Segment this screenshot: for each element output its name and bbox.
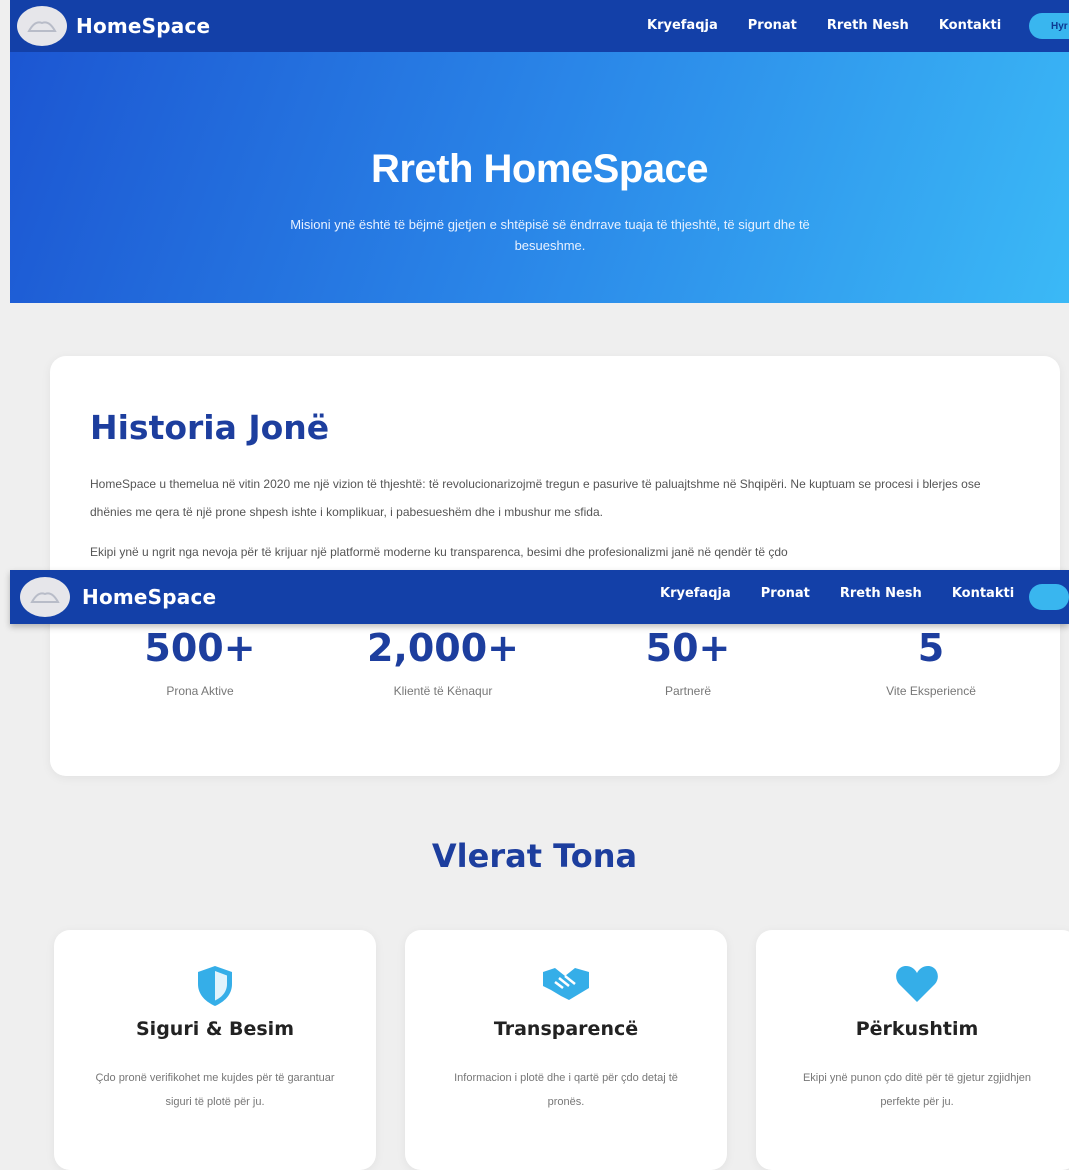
nav-links: Kryefaqja Pronat Rreth Nesh Kontakti (660, 586, 1044, 601)
values-title: Vlerat Tona (431, 837, 638, 875)
stat-item: 5 Vite Eksperiencë (821, 626, 1041, 698)
handshake-icon (405, 964, 727, 1004)
nav-link-properties[interactable]: Pronat (748, 18, 797, 33)
logo-icon[interactable] (17, 6, 67, 46)
nav-link-contact[interactable]: Kontakti (939, 18, 1001, 33)
nav-link-home[interactable]: Kryefaqja (660, 586, 731, 601)
value-card-text: Informacion i plotë dhe i qartë për çdo … (454, 1072, 678, 1108)
stats-row: 500+ Prona Aktive 2,000+ Klientë të Këna… (50, 626, 1060, 716)
stat-label: Vite Eksperiencë (886, 684, 976, 698)
nav-link-about[interactable]: Rreth Nesh (840, 586, 922, 601)
stat-value: 5 (917, 626, 945, 670)
nav-link-home[interactable]: Kryefaqja (647, 18, 718, 33)
stat-label: Prona Aktive (166, 684, 234, 698)
stat-item: 2,000+ Klientë të Kënaqur (333, 626, 553, 698)
stat-label: Klientë të Kënaqur (393, 684, 493, 698)
hero-banner: Rreth HomeSpace Misioni ynë është të bëj… (10, 52, 1069, 303)
stat-item: 500+ Prona Aktive (90, 626, 310, 698)
value-card-text: Çdo pronë verifikohet me kujdes për të g… (95, 1072, 335, 1108)
top-navbar: HomeSpace Kryefaqja Pronat Rreth Nesh Ko… (10, 0, 1069, 52)
history-paragraph: Ekipi ynë u ngrit nga nevoja për të krij… (90, 545, 788, 559)
brand-name[interactable]: HomeSpace (76, 14, 210, 38)
nav-links: Kryefaqja Pronat Rreth Nesh Kontakti (647, 18, 1031, 33)
value-card-text: Ekipi ynë punon çdo ditë për të gjetur z… (802, 1072, 1032, 1108)
value-card: Siguri & Besim Çdo pronë verifikohet me … (54, 930, 376, 1170)
value-card: Përkushtim Ekipi ynë punon çdo ditë për … (756, 930, 1069, 1170)
stat-value: 500+ (144, 626, 256, 670)
stat-value: 50+ (645, 626, 731, 670)
heart-icon (756, 964, 1069, 1004)
value-card: Transparencë Informacion i plotë dhe i q… (405, 930, 727, 1170)
nav-link-properties[interactable]: Pronat (761, 586, 810, 601)
value-card-title: Përkushtim (855, 1018, 979, 1040)
sticky-navbar: HomeSpace Kryefaqja Pronat Rreth Nesh Ko… (10, 570, 1069, 624)
value-card-title: Transparencë (493, 1018, 639, 1040)
brand-name[interactable]: HomeSpace (82, 585, 216, 609)
shield-icon (54, 964, 376, 1008)
stat-value: 2,000+ (366, 626, 520, 670)
history-paragraph: HomeSpace u themelua në vitin 2020 me nj… (90, 477, 981, 519)
stat-item: 50+ Partnerë (578, 626, 798, 698)
login-button[interactable] (1029, 584, 1069, 610)
history-title: Historia Jonë (90, 408, 330, 447)
logo-icon[interactable] (20, 577, 70, 617)
nav-link-about[interactable]: Rreth Nesh (827, 18, 909, 33)
hero-subtitle: Misioni ynë është të bëjmë gjetjen e sht… (290, 217, 810, 253)
nav-link-contact[interactable]: Kontakti (952, 586, 1014, 601)
history-card: Historia Jonë HomeSpace u themelua në vi… (50, 356, 1060, 776)
value-card-title: Siguri & Besim (136, 1018, 294, 1040)
login-button[interactable]: Hyr (1029, 13, 1069, 39)
stat-label: Partnerë (664, 684, 712, 698)
hero-title: Rreth HomeSpace (370, 147, 709, 191)
